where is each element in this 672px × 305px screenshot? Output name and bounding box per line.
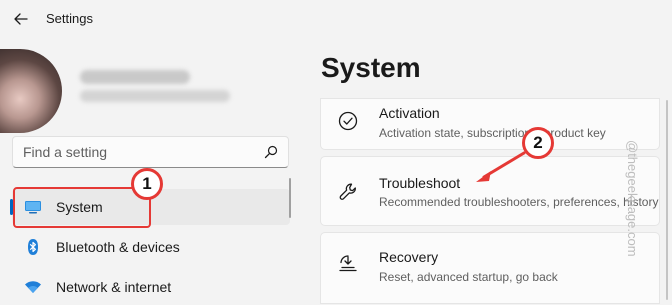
search-input[interactable] [23,144,253,160]
annotation-highlight-box [13,187,151,228]
sidebar-item-label: Network & internet [56,279,172,295]
recovery-icon [337,253,359,275]
bluetooth-icon [24,238,42,256]
card-description: Activation state, subscriptions, product… [379,126,606,140]
check-circle-icon [337,110,359,132]
search-box[interactable] [12,136,289,168]
sidebar-item-label: Bluetooth & devices [56,239,180,255]
settings-card-activation[interactable]: Activation Activation state, subscriptio… [320,98,660,150]
watermark: @thegeekpage.com [625,140,640,257]
sidebar-item-network[interactable]: Network & internet [12,269,290,305]
title-bar: Settings [0,0,672,38]
card-title: Troubleshoot [379,175,461,191]
main-scrollbar[interactable] [666,100,668,300]
page-title: System [321,52,421,83]
annotation-step-1-badge: 1 [131,168,163,200]
wifi-icon [24,278,42,296]
wrench-icon [337,181,359,203]
search-icon[interactable] [264,145,278,159]
sidebar-scrollbar[interactable] [289,178,291,218]
app-title: Settings [46,11,93,26]
card-title: Recovery [379,249,439,265]
blurred-user-email [80,90,230,102]
avatar[interactable] [0,49,62,133]
back-arrow-icon[interactable] [11,9,31,29]
blurred-user-name [80,70,190,84]
card-title: Activation [379,105,440,121]
card-description: Reset, advanced startup, go back [379,270,558,284]
sidebar-item-bluetooth[interactable]: Bluetooth & devices [12,229,290,265]
settings-card-recovery[interactable]: Recovery Reset, advanced startup, go bac… [320,232,660,304]
annotation-arrow-icon [476,151,526,182]
card-description: Recommended troubleshooters, preferences… [379,195,659,209]
